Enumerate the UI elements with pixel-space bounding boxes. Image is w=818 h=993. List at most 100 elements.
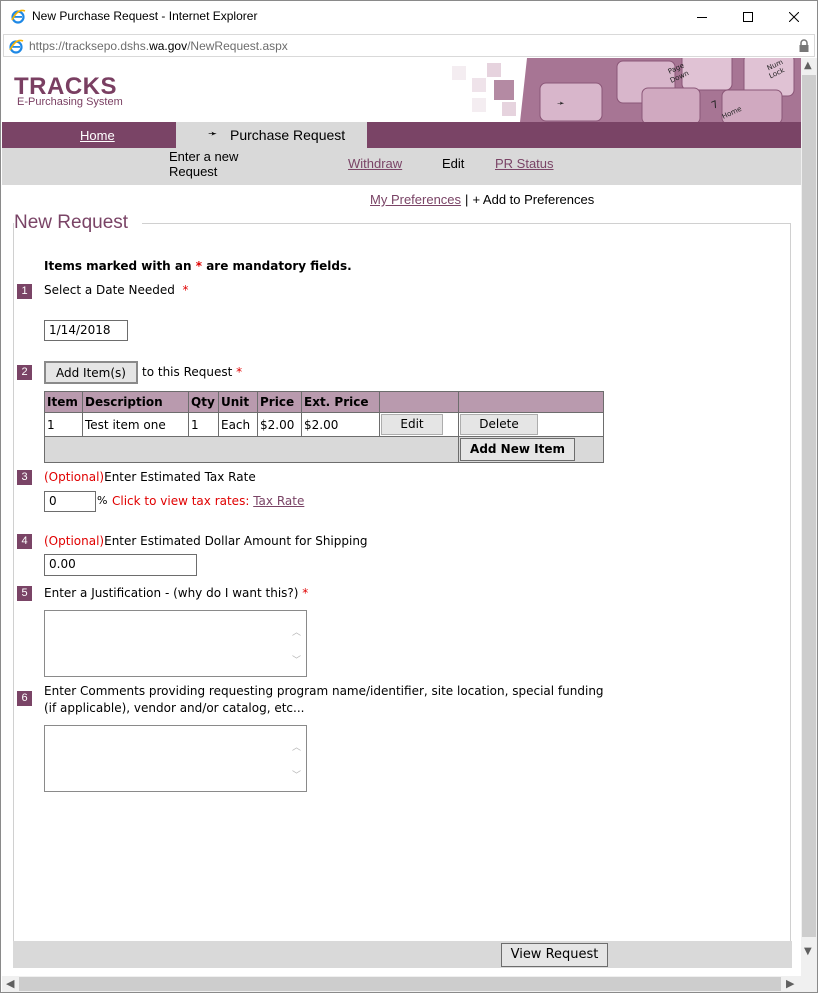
comments-scrollbar[interactable]: ︿ ﹀ <box>290 727 305 790</box>
step-number-2: 2 <box>17 365 32 380</box>
horizontal-scrollbar[interactable]: ◀ ▶ <box>2 976 801 992</box>
svg-text:➛: ➛ <box>557 99 565 109</box>
subnav-enter-line1: Enter a new <box>169 149 239 164</box>
nav-tab-label: Purchase Request <box>230 127 346 143</box>
comments-label: Enter Comments providing requesting prog… <box>44 684 604 715</box>
scroll-up-arrow-icon[interactable]: ▲ <box>804 60 812 71</box>
cell-ext-price: $2.00 <box>301 412 380 437</box>
col-qty-header: Qty <box>188 391 219 413</box>
step-number-6: 6 <box>17 691 32 706</box>
tax-rate-label: (Optional)Enter Estimated Tax Rate <box>44 470 256 484</box>
cell-delete: Delete <box>458 412 604 437</box>
scroll-left-arrow-icon[interactable]: ◀ <box>6 977 14 990</box>
cell-unit: Each <box>218 412 258 437</box>
page-title: New Request <box>14 212 133 234</box>
items-table-header: Item Description Qty Unit Price Ext. Pri… <box>44 391 604 413</box>
shipping-amount-input[interactable]: 0.00 <box>44 554 197 576</box>
justification-label: Enter a Justification - (why do I want t… <box>44 586 309 600</box>
lock-icon <box>799 39 809 52</box>
items-table-footer: Add New Item <box>44 436 604 463</box>
cell-add-new: Add New Item <box>458 436 604 463</box>
edit-item-button[interactable]: Edit <box>381 414 443 435</box>
col-description-header: Description <box>82 391 189 413</box>
subnav-withdraw-link[interactable]: Withdraw <box>348 156 402 171</box>
col-unit-header: Unit <box>218 391 258 413</box>
site-header: TRACKS E-Purchasing System ➛ Page Down N… <box>2 58 801 122</box>
url-text: https://tracksepo.dshs.wa.gov/NewRequest… <box>29 39 288 53</box>
step-number-1: 1 <box>17 284 32 299</box>
col-price-header: Price <box>257 391 302 413</box>
shipping-label: (Optional)Enter Estimated Dollar Amount … <box>44 534 368 548</box>
internet-explorer-icon <box>9 39 24 54</box>
footer-spacer <box>44 436 459 463</box>
logo-subtitle: E-Purchasing System <box>17 96 123 108</box>
comments-textarea[interactable]: ︿ ﹀ <box>44 725 307 792</box>
add-new-item-button[interactable]: Add New Item <box>460 438 575 461</box>
scroll-down-icon: ﹀ <box>292 771 302 781</box>
date-needed-label: Select a Date Needed * <box>44 283 189 297</box>
tax-rate-input[interactable]: 0 <box>44 491 96 512</box>
cell-item: 1 <box>44 412 83 437</box>
add-items-label: to this Request * <box>142 365 243 379</box>
tax-rate-link[interactable]: Tax Rate <box>253 494 304 508</box>
table-row: 1 Test item one 1 Each $2.00 $2.00 Edit … <box>44 412 604 437</box>
delete-item-button[interactable]: Delete <box>460 414 538 435</box>
minimize-button[interactable] <box>679 1 725 32</box>
view-request-button[interactable]: View Request <box>501 943 608 967</box>
maximize-icon <box>743 11 753 22</box>
subnav-enter-line2: Request <box>169 164 218 179</box>
cell-qty: 1 <box>188 412 219 437</box>
scroll-down-arrow-icon[interactable]: ▼ <box>804 946 812 957</box>
preferences-bar: My Preferences | + Add to Preferences <box>370 192 594 207</box>
nav-tab-purchase-request[interactable]: ➛ Purchase Request <box>176 122 367 148</box>
scroll-down-icon: ﹀ <box>292 656 302 666</box>
items-table: Item Description Qty Unit Price Ext. Pri… <box>44 391 604 463</box>
maximize-button[interactable] <box>725 1 771 32</box>
vertical-scroll-thumb[interactable] <box>802 75 816 937</box>
mandatory-note: Items marked with an * are mandatory fie… <box>44 259 352 273</box>
nav-home-link[interactable]: Home <box>80 128 115 143</box>
close-icon <box>789 11 799 22</box>
add-to-preferences-link[interactable]: + Add to Preferences <box>472 192 594 207</box>
scroll-right-arrow-icon[interactable]: ▶ <box>786 977 794 990</box>
cell-price: $2.00 <box>257 412 302 437</box>
date-needed-input[interactable]: 1/14/2018 <box>44 320 128 341</box>
vertical-scrollbar[interactable]: ▲ ▼ <box>801 58 817 976</box>
keyboard-banner-image: ➛ Page Down Num Lock 7 Home <box>432 58 801 122</box>
horizontal-scroll-thumb[interactable] <box>19 977 781 991</box>
title-bar: New Purchase Request - Internet Explorer <box>1 1 817 32</box>
step-number-5: 5 <box>17 586 32 601</box>
bottom-action-bar <box>13 941 792 968</box>
col-edit-header <box>379 391 459 413</box>
cell-description: Test item one <box>82 412 189 437</box>
cell-edit: Edit <box>379 412 459 437</box>
fieldset-border <box>142 223 791 224</box>
justification-textarea[interactable]: ︿ ﹀ <box>44 610 307 677</box>
arrow-icon: ➛ <box>208 127 218 140</box>
my-preferences-link[interactable]: My Preferences <box>370 192 461 207</box>
prefs-separator: | <box>465 192 469 207</box>
close-button[interactable] <box>771 1 817 32</box>
justification-scrollbar[interactable]: ︿ ﹀ <box>290 612 305 675</box>
page-viewport: TRACKS E-Purchasing System ➛ Page Down N… <box>2 58 801 976</box>
step-number-4: 4 <box>17 534 32 549</box>
col-ext-price-header: Ext. Price <box>301 391 380 413</box>
percent-sign: % <box>97 494 108 507</box>
window-title: New Purchase Request - Internet Explorer <box>32 9 258 23</box>
subnav-enter-new-request: Enter a new Request <box>169 149 279 179</box>
tax-rate-hint: Click to view tax rates: Tax Rate <box>112 494 305 508</box>
add-items-button[interactable]: Add Item(s) <box>44 361 138 384</box>
scroll-up-icon: ︿ <box>292 628 302 638</box>
internet-explorer-icon <box>11 9 26 24</box>
step-number-3: 3 <box>17 470 32 485</box>
col-item-header: Item <box>44 391 83 413</box>
col-delete-header <box>458 391 604 413</box>
subnav-edit: Edit <box>442 156 465 171</box>
address-bar[interactable]: https://tracksepo.dshs.wa.gov/NewRequest… <box>3 34 815 57</box>
minimize-icon <box>697 16 707 18</box>
new-request-fieldset <box>13 223 791 943</box>
scroll-up-icon: ︿ <box>292 743 302 753</box>
subnav-pr-status-link[interactable]: PR Status <box>495 156 554 171</box>
secondary-nav: Enter a new Request Withdraw Edit PR Sta… <box>2 148 801 185</box>
primary-nav: Home ➛ Purchase Request <box>2 122 801 148</box>
